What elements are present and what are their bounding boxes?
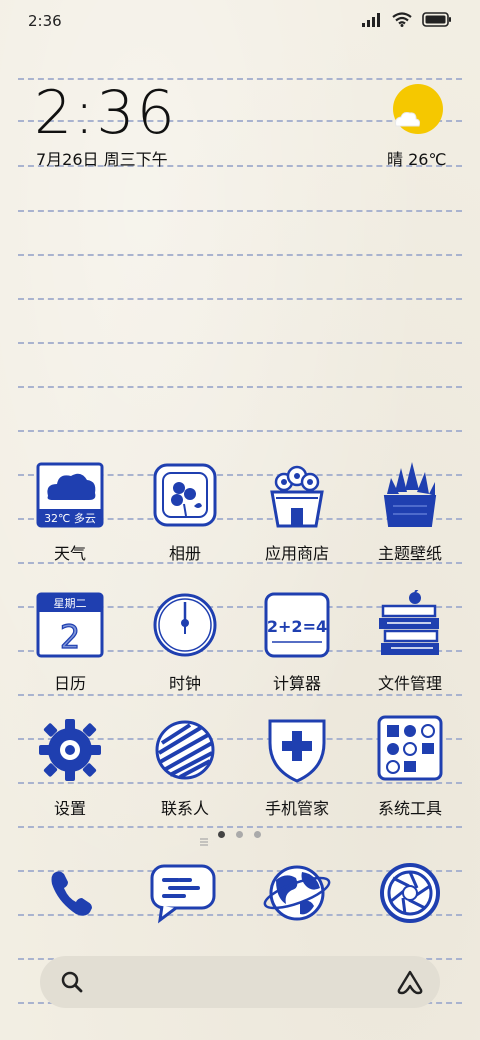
page-dot-active[interactable] [218, 831, 225, 838]
status-icons [362, 12, 452, 31]
contacts-app-icon [150, 715, 220, 785]
calculator-equation: 2+2=4 [267, 617, 327, 636]
notebook-rule [18, 254, 462, 256]
app-label: 时钟 [168, 674, 201, 693]
app-label: 应用商店 [264, 544, 329, 563]
file-manager-icon [375, 587, 445, 660]
status-bar: 2:36 [0, 0, 480, 44]
themes-app-icon [375, 460, 445, 530]
app-label: 日历 [53, 674, 86, 693]
app-label: 计算器 [272, 674, 321, 693]
camera-icon[interactable] [375, 858, 445, 932]
page-indicator[interactable] [0, 828, 480, 846]
calculator-app-icon: 2+2=4 [262, 590, 332, 660]
weather-app-icon: 32℃ 多云 [35, 460, 105, 530]
system-tools-icon [375, 715, 445, 785]
search-bar[interactable] [40, 956, 440, 1008]
wifi-icon [392, 12, 412, 31]
page-dot[interactable] [254, 831, 261, 838]
notebook-rule [18, 210, 462, 212]
search-icon[interactable] [60, 970, 84, 998]
app-label: 文件管理 [377, 674, 442, 693]
gallery-app-icon [150, 460, 220, 530]
app-settings[interactable]: 设置 [15, 715, 125, 819]
app-label: 联系人 [160, 799, 209, 818]
app-system-tools[interactable]: 系统工具 [355, 715, 465, 819]
security-app-icon [262, 715, 332, 785]
app-label: 天气 [53, 544, 86, 563]
app-security[interactable]: 手机管家 [242, 715, 352, 819]
app-gallery[interactable]: 相册 [130, 460, 240, 564]
calendar-weekday: 星期二 [54, 597, 87, 610]
assistant-icon[interactable] [396, 969, 424, 999]
app-label: 手机管家 [264, 799, 329, 818]
notebook-rule [18, 386, 462, 388]
notebook-rule [18, 298, 462, 300]
battery-icon [422, 12, 452, 31]
app-label: 设置 [53, 799, 86, 818]
status-time: 2:36 [28, 12, 62, 30]
home-feed-icon[interactable] [200, 831, 208, 850]
app-clock[interactable]: 时钟 [130, 590, 240, 694]
app-weather[interactable]: 32℃ 多云 天气 [15, 460, 125, 564]
app-calendar[interactable]: 星期二 2 日历 [15, 590, 125, 694]
clock-app-icon [150, 590, 220, 660]
signal-icon [362, 12, 382, 31]
app-label: 相册 [168, 544, 201, 563]
notebook-rule [18, 430, 462, 432]
notebook-rule [18, 694, 462, 696]
widget-date: 7月26日 周三下午 [36, 150, 168, 169]
app-calculator[interactable]: 2+2=4 计算器 [242, 590, 352, 694]
browser-icon[interactable] [262, 858, 332, 932]
weather-badge: 32℃ 多云 [44, 511, 96, 525]
weather-condition-temp: 晴 26℃ [387, 150, 447, 169]
notebook-rule [18, 342, 462, 344]
app-store[interactable]: 应用商店 [242, 460, 352, 564]
app-label: 系统工具 [377, 799, 442, 818]
calendar-day: 2 [60, 618, 80, 656]
widget-time: 2:36 [34, 78, 177, 148]
app-label: 主题壁纸 [377, 544, 442, 563]
app-themes[interactable]: 主题壁纸 [355, 460, 465, 564]
settings-app-icon [35, 715, 105, 785]
app-file-manager[interactable]: 文件管理 [355, 587, 465, 694]
phone-icon[interactable] [36, 858, 106, 932]
messages-icon[interactable] [148, 858, 218, 932]
page-dot[interactable] [236, 831, 243, 838]
app-store-icon [262, 460, 332, 530]
sun-cloud-icon [390, 84, 446, 144]
calendar-app-icon: 星期二 2 [35, 590, 105, 660]
app-contacts[interactable]: 联系人 [130, 715, 240, 819]
